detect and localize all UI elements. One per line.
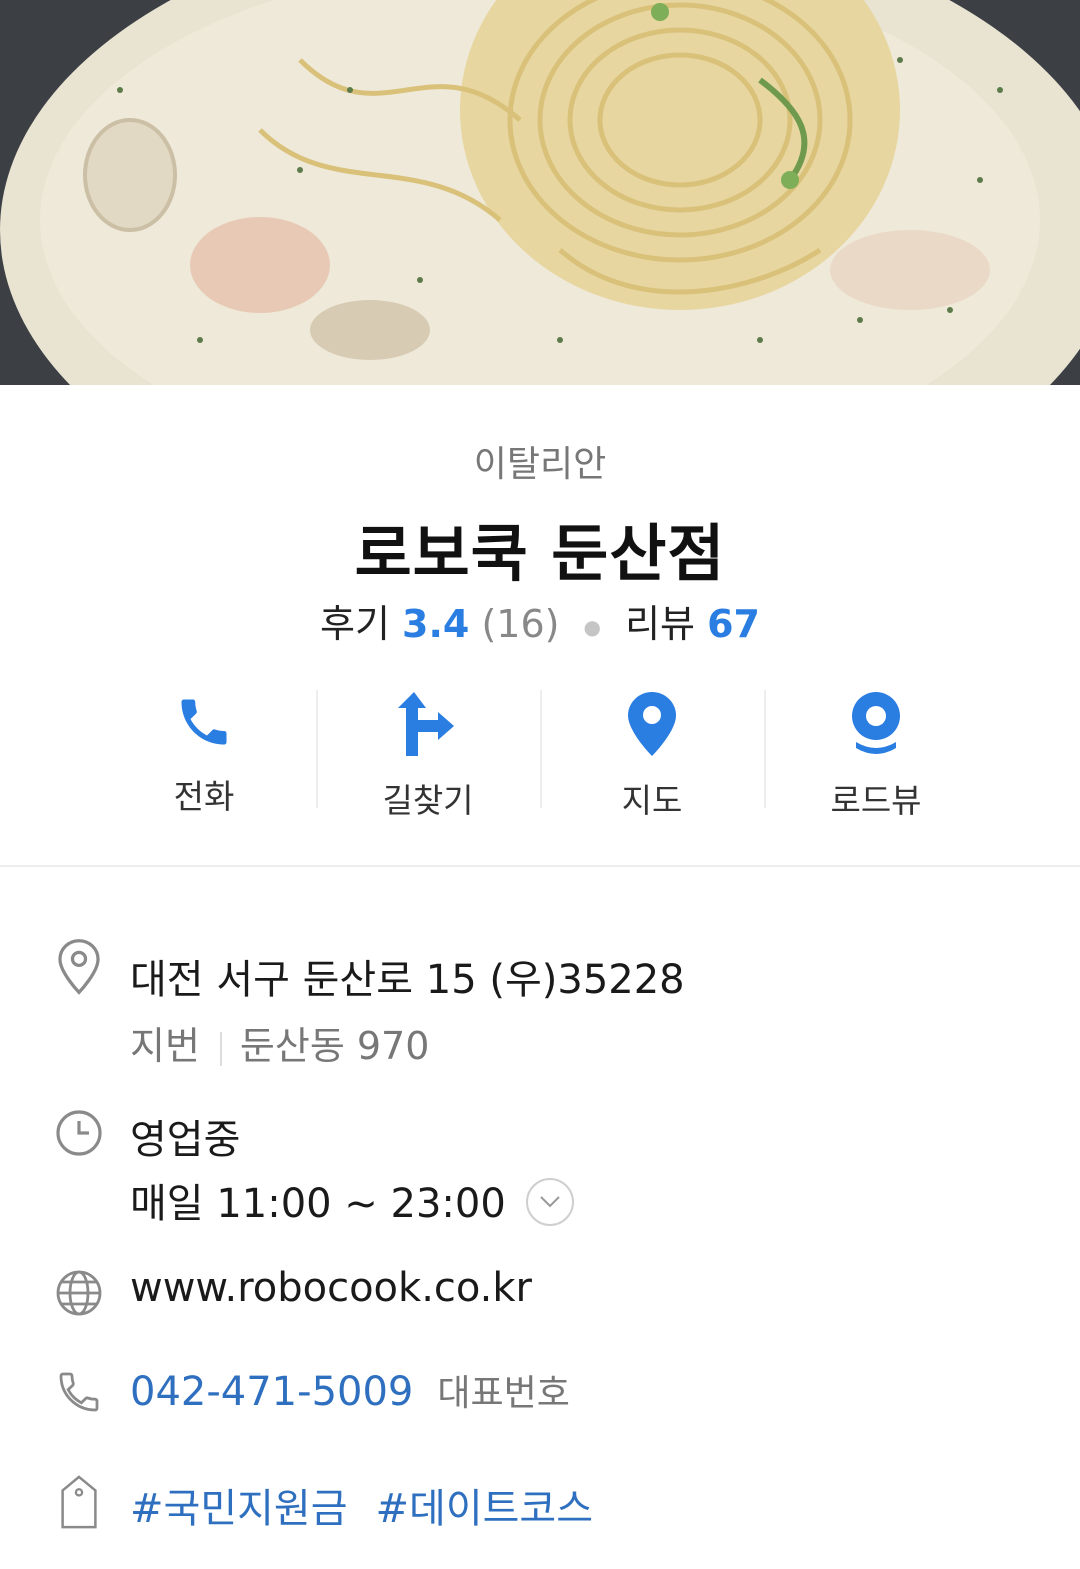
roadview-label: 로드뷰	[830, 781, 922, 820]
separator-dot: ●	[583, 614, 601, 639]
blog-review-count: 67	[707, 602, 760, 646]
map-button[interactable]: 지도	[540, 690, 764, 820]
divider	[219, 1031, 222, 1066]
place-name: 로보쿡 둔산점	[354, 517, 726, 590]
jibun-address: 지번 둔산동 970	[130, 1015, 429, 1070]
phone-icon	[172, 692, 236, 752]
map-pin-icon	[620, 692, 684, 756]
tag-icon	[55, 1474, 103, 1530]
roadview-icon	[844, 692, 908, 756]
phone-outline-icon	[55, 1364, 103, 1420]
address-text[interactable]: 대전 서구 둔산로 15 (우)35228	[130, 947, 685, 1005]
directions-button[interactable]: 길찾기	[316, 690, 540, 820]
expand-hours-button[interactable]	[525, 1178, 574, 1226]
hours-text: 매일 11:00 ~ 23:00	[130, 1181, 506, 1227]
directions-label: 길찾기	[382, 781, 474, 820]
blog-review-label: 리뷰	[625, 602, 696, 646]
hero-photo[interactable]	[0, 0, 1080, 385]
business-hours[interactable]: 매일 11:00 ~ 23:00	[130, 1171, 574, 1230]
clock-icon	[55, 1105, 103, 1161]
call-label: 전화	[173, 777, 235, 816]
open-status: 영업중	[130, 1117, 241, 1163]
chevron-down-icon	[540, 1196, 560, 1208]
website-link[interactable]: www.robocook.co.kr	[130, 1265, 532, 1311]
review-label: 후기	[320, 602, 390, 646]
phone-number-group: 042-471-5009 대표번호	[130, 1364, 570, 1416]
place-category: 이탈리안	[473, 444, 607, 485]
phone-number-link[interactable]: 042-471-5009	[130, 1369, 413, 1415]
action-bar: 전화 길찾기 지도 로드뷰	[92, 690, 988, 820]
directions-icon	[396, 692, 460, 756]
globe-icon	[55, 1265, 103, 1321]
tag-item[interactable]: #국민지원금	[130, 1486, 348, 1532]
location-outline-icon	[55, 939, 103, 995]
review-count: (16)	[481, 602, 560, 646]
jibun-label: 지번	[130, 1024, 200, 1068]
roadview-button[interactable]: 로드뷰	[764, 690, 988, 820]
rating-summary[interactable]: 후기 3.4 (16) ● 리뷰 67	[0, 593, 1080, 648]
review-score: 3.4	[402, 602, 470, 646]
phone-note: 대표번호	[437, 1373, 570, 1414]
map-label: 지도	[621, 781, 683, 820]
tag-item[interactable]: #데이트코스	[376, 1486, 594, 1532]
place-header: 이탈리안 로보쿡 둔산점 후기 3.4 (16) ● 리뷰 67 전화 길찾기 …	[0, 385, 1080, 867]
jibun-value: 둔산동 970	[239, 1024, 430, 1068]
call-button[interactable]: 전화	[92, 690, 316, 816]
tag-list: #국민지원금 #데이트코스	[130, 1476, 621, 1534]
